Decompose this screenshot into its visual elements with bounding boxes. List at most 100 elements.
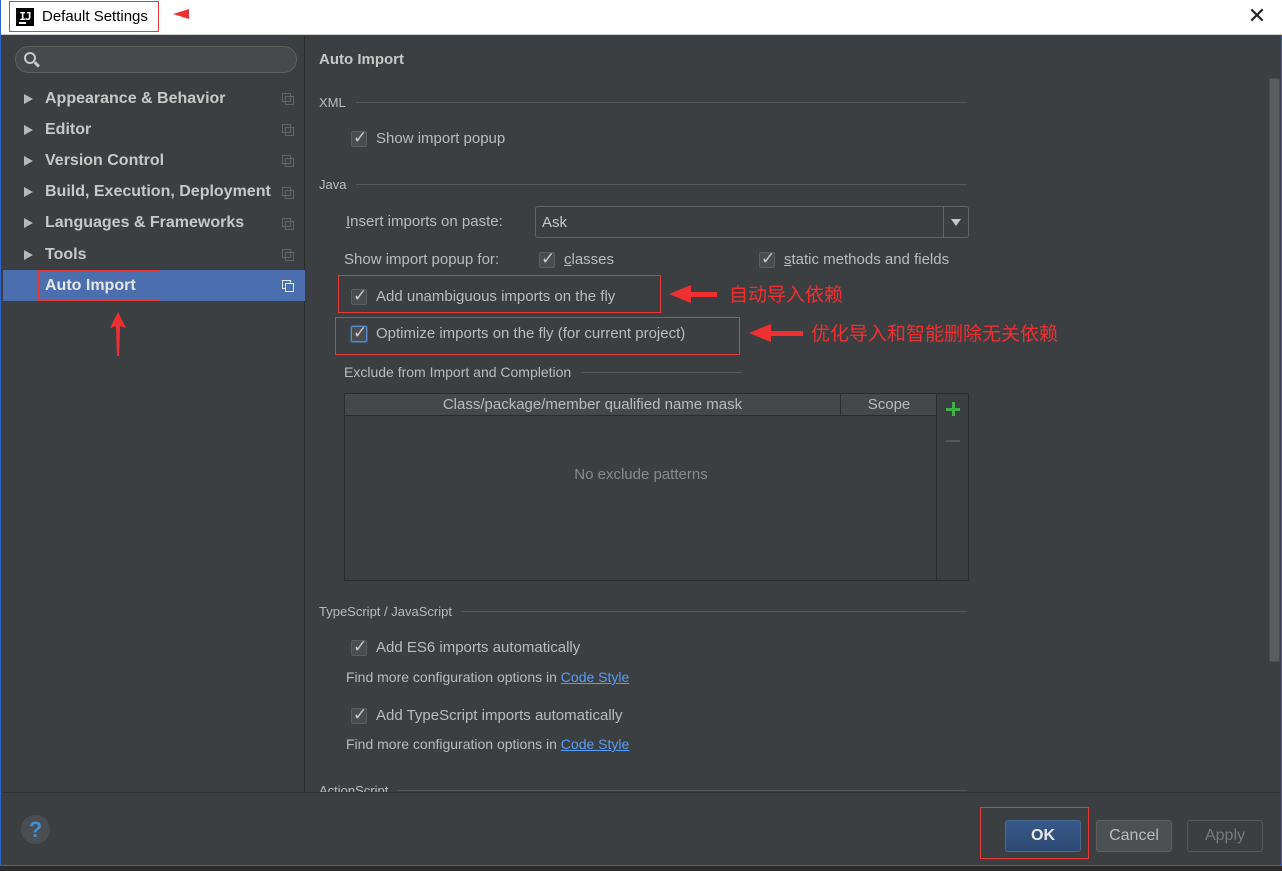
project-level-icon [282, 124, 294, 137]
dialog-footer: ? OK Cancel Apply [2, 792, 1281, 865]
table-toolbar [936, 394, 968, 580]
sidebar-item-version-control[interactable]: Version Control [3, 145, 305, 176]
sidebar-item-editor[interactable]: Editor [3, 114, 305, 145]
add-typescript-imports-checkbox[interactable]: Add TypeScript imports automatically [351, 705, 623, 725]
page-title: Auto Import [319, 51, 404, 68]
checkbox-label: Add TypeScript imports automatically [376, 707, 623, 724]
title-highlight-box: IJ Default Settings [9, 1, 159, 32]
table-empty-text: No exclude patterns [574, 466, 708, 483]
xml-show-import-popup-checkbox[interactable]: Show import popup [351, 128, 506, 148]
checkbox[interactable] [351, 705, 367, 725]
project-level-icon [282, 93, 294, 105]
auto-import-panel: Auto Import XML Show import popup Java I… [306, 36, 1268, 792]
chevron-down-icon[interactable] [951, 219, 961, 226]
add-es6-imports-checkbox[interactable]: Add ES6 imports automatically [351, 637, 581, 657]
annotation-arrow-left [669, 285, 717, 303]
insert-imports-on-paste-select[interactable]: Ask [535, 206, 969, 238]
checkbox-label: static methods and fields [784, 251, 949, 268]
label-text: nsert imports on paste: [350, 213, 503, 230]
project-level-icon [282, 248, 294, 261]
section-title: TypeScript / JavaScript [319, 604, 452, 619]
content-scrollbar[interactable] [1269, 78, 1280, 662]
sidebar-item-appearance-behavior[interactable]: Appearance & Behavior [3, 83, 305, 114]
help-icon[interactable]: ? [21, 815, 50, 844]
code-style-link[interactable]: Code Style [561, 669, 629, 685]
expand-arrow-icon[interactable] [24, 124, 33, 135]
sidebar-item-label: Tools [45, 245, 87, 263]
divider [398, 790, 967, 791]
auto-import-annotation: 自动导入依赖 [729, 284, 844, 306]
search-icon [24, 52, 36, 64]
settings-tree: Appearance & Behavior Editor Version Con… [3, 83, 305, 302]
sidebar-item-languages-frameworks[interactable]: Languages & Frameworks [3, 208, 305, 239]
sidebar-item-build-execution-deployment[interactable]: Build, Execution, Deployment [3, 177, 305, 208]
optimize-imports-checkbox[interactable]: Optimize imports on the fly (for current… [351, 323, 686, 343]
insert-imports-label: Insert imports on paste: [346, 213, 503, 230]
expand-arrow-icon[interactable] [24, 93, 33, 104]
mnemonic: c [564, 251, 572, 268]
project-level-icon [282, 280, 294, 293]
section-exclude: Exclude from Import and Completion [344, 364, 742, 380]
divider [581, 371, 742, 373]
checkbox[interactable] [351, 323, 367, 343]
checkbox-label: classes [564, 251, 614, 268]
label-text: tatic methods and fields [791, 251, 950, 268]
settings-search-input[interactable] [15, 46, 297, 73]
checkbox-label: Optimize imports on the fly (for current… [376, 325, 686, 342]
expand-arrow-icon[interactable] [24, 187, 33, 198]
title-bar: IJ Default Settings ✕ [1, 0, 1282, 35]
checkbox[interactable] [759, 249, 775, 269]
cancel-button[interactable]: Cancel [1096, 820, 1172, 852]
table-header: Class/package/member qualified name mask… [345, 394, 937, 416]
add-icon[interactable] [946, 402, 960, 416]
window-title: Default Settings [42, 8, 148, 25]
column-header-name-mask[interactable]: Class/package/member qualified name mask [345, 394, 841, 415]
intellij-logo-icon: IJ [16, 7, 34, 26]
apply-button[interactable]: Apply [1187, 820, 1263, 852]
remove-icon[interactable] [946, 440, 960, 442]
checkbox[interactable] [351, 128, 367, 148]
up-arrow-annotation-icon [110, 312, 126, 356]
sidebar-item-auto-import[interactable]: Auto Import [3, 270, 305, 302]
section-xml: XML [319, 95, 967, 110]
divider [355, 102, 967, 103]
add-unambiguous-imports-checkbox[interactable]: Add unambiguous imports on the fly [351, 286, 616, 306]
sidebar-item-label: Editor [45, 120, 92, 138]
close-icon[interactable]: ✕ [1245, 4, 1269, 28]
code-style-link[interactable]: Code Style [561, 736, 629, 752]
checkbox[interactable] [539, 249, 555, 269]
column-header-scope[interactable]: Scope [841, 394, 937, 415]
checkbox-label: Add unambiguous imports on the fly [376, 288, 616, 305]
checkbox-label: Show import popup [376, 130, 506, 147]
expand-arrow-icon[interactable] [24, 249, 33, 260]
hint-text: Find more configuration options in [346, 669, 561, 685]
checkbox[interactable] [351, 286, 367, 306]
sidebar-item-tools[interactable]: Tools [3, 239, 305, 270]
section-java: Java [319, 177, 967, 192]
divider [461, 611, 967, 612]
section-title: Java [319, 177, 347, 192]
show-import-popup-for-label: Show import popup for: [344, 251, 500, 268]
settings-sidebar: Appearance & Behavior Editor Version Con… [3, 36, 305, 792]
ok-button[interactable]: OK [1005, 820, 1081, 852]
divider [356, 184, 967, 185]
expand-arrow-icon[interactable] [24, 155, 33, 166]
section-typescript: TypeScript / JavaScript [319, 604, 967, 619]
selected-value: Ask [542, 214, 568, 231]
section-title: Exclude from Import and Completion [344, 364, 572, 380]
checkbox-label: Add ES6 imports automatically [376, 639, 581, 656]
exclude-patterns-table: Class/package/member qualified name mask… [344, 393, 969, 581]
project-level-icon [282, 217, 294, 230]
label-text: lasses [571, 251, 615, 268]
sidebar-item-label: Version Control [45, 151, 165, 169]
sidebar-item-label: Languages & Frameworks [45, 214, 245, 232]
checkbox[interactable] [351, 637, 367, 657]
mnemonic: s [784, 251, 792, 268]
section-title: ActionScript [319, 783, 389, 792]
expand-arrow-icon[interactable] [24, 218, 33, 229]
ide-bottom-toolbar [0, 866, 1282, 871]
classes-checkbox[interactable]: classes [539, 249, 614, 269]
static-methods-fields-checkbox[interactable]: static methods and fields [759, 249, 949, 269]
project-level-icon [282, 186, 294, 199]
project-level-icon [282, 155, 294, 168]
